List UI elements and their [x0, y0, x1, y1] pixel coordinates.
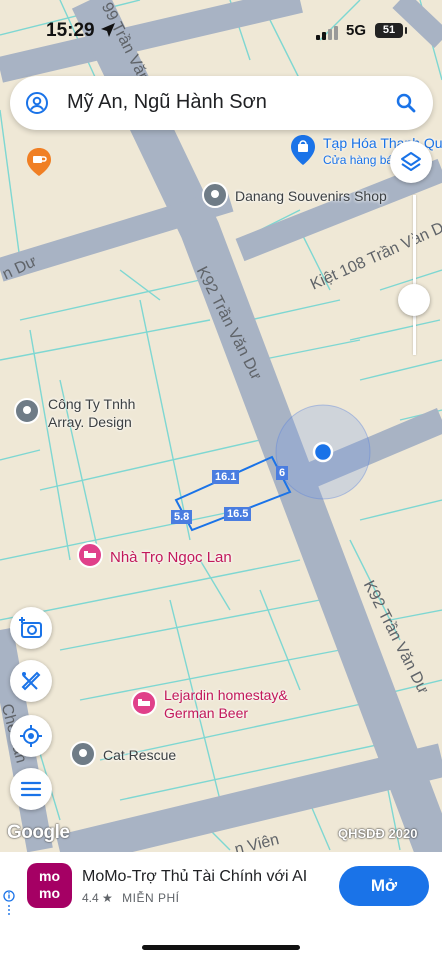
layer-credit: QHSDĐ 2020	[338, 826, 418, 841]
status-time: 15:29	[46, 20, 95, 41]
zoom-slider-handle[interactable]	[398, 284, 430, 316]
ad-banner[interactable]: mo mo MoMo-Trợ Thủ Tài Chính với AI 4.4 …	[0, 852, 442, 924]
shopping-pin-icon[interactable]	[291, 135, 315, 170]
network-type: 5G	[346, 22, 367, 39]
layers-button[interactable]	[390, 141, 432, 183]
layers-icon	[401, 152, 421, 171]
ad-price: MIỄN PHÍ	[122, 891, 180, 905]
home-indicator-area	[0, 924, 442, 960]
poi-tap-hoa-sub: Cửa hàng bá	[323, 153, 394, 167]
ruler-pencil-icon	[21, 671, 41, 691]
poi-pin-icon[interactable]	[202, 182, 228, 213]
search-query[interactable]: Mỹ An, Ngũ Hành Sơn	[67, 91, 267, 114]
search-bar[interactable]: Mỹ An, Ngũ Hành Sơn	[10, 76, 433, 130]
poi-cat-rescue[interactable]: Cat Rescue	[103, 747, 176, 763]
measure-label-right: 6	[276, 466, 289, 480]
star-icon: ★	[102, 891, 113, 905]
momo-logo-line1: mo	[39, 868, 60, 884]
lodging-pin-icon[interactable]	[77, 542, 103, 575]
measure-label-left: 5.8	[171, 510, 193, 524]
poi-array-line2: Array. Design	[48, 414, 132, 430]
google-logo: Google	[7, 822, 70, 843]
poi-pin-icon[interactable]	[14, 398, 40, 429]
measure-label-bottom: 16.5	[224, 507, 252, 521]
status-bar: 15:29 5G 51	[0, 18, 442, 50]
location-arrow-icon	[100, 22, 116, 43]
poi-souvenirs[interactable]: Danang Souvenirs Shop	[235, 188, 387, 204]
add-photo-button[interactable]	[10, 607, 52, 649]
current-location-dot	[312, 441, 334, 463]
zoom-slider-track[interactable]	[413, 195, 416, 355]
momo-app-logo: mo mo	[27, 863, 72, 908]
ad-rating-row: 4.4 ★ MIỄN PHÍ	[82, 891, 179, 905]
poi-nha-tro[interactable]: Nhà Trọ Ngọc Lan	[110, 549, 232, 566]
menu-button[interactable]	[10, 768, 52, 810]
poi-pin-icon[interactable]	[70, 741, 96, 772]
measure-tool-button[interactable]	[10, 660, 52, 702]
ad-title[interactable]: MoMo-Trợ Thủ Tài Chính với AI	[82, 868, 307, 886]
ad-open-button[interactable]: Mở	[339, 866, 429, 906]
hamburger-menu-icon	[20, 781, 42, 797]
momo-logo-line2: mo	[39, 885, 60, 901]
battery-icon: 51	[375, 23, 407, 38]
account-icon[interactable]	[25, 91, 49, 120]
poi-lejardin-line1[interactable]: Lejardin homestay&	[164, 687, 288, 703]
camera-plus-icon	[19, 617, 42, 638]
poi-array-line1[interactable]: Công Ty Tnhh	[48, 396, 135, 412]
info-icon[interactable]	[3, 888, 15, 921]
home-indicator[interactable]	[142, 945, 300, 950]
ad-rating: 4.4	[82, 891, 99, 905]
my-location-button[interactable]	[10, 715, 52, 757]
measure-label-top: 16.1	[212, 470, 240, 484]
signal-bars-icon	[316, 26, 340, 45]
lodging-pin-icon[interactable]	[131, 690, 157, 723]
crosshair-icon	[20, 725, 42, 747]
search-icon[interactable]	[394, 91, 418, 120]
cafe-pin-icon[interactable]	[27, 148, 51, 181]
poi-lejardin-line2: German Beer	[164, 705, 249, 721]
